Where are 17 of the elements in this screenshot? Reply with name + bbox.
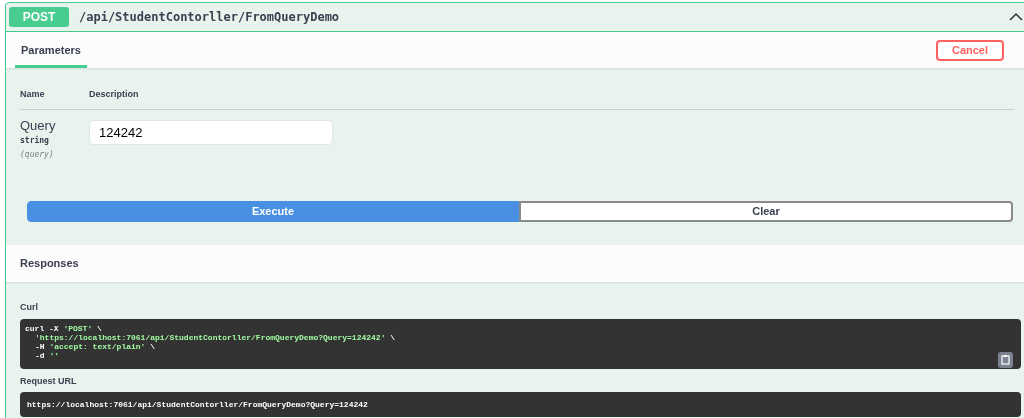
request-url-label: Request URL (20, 374, 78, 388)
parameter-location: (query) (20, 149, 55, 161)
parameter-name: Query (20, 118, 57, 134)
curl-label: Curl (20, 301, 39, 314)
responses-heading: Responses (20, 256, 79, 272)
parameter-type: string (20, 134, 50, 147)
endpoint-path: /api/StudentContorller/FromQueryDemo (79, 9, 341, 26)
parameter-input[interactable]: 124242 (89, 120, 333, 145)
method-badge: POST (9, 7, 69, 27)
collapse-chevron-icon[interactable] (1009, 12, 1023, 22)
parameters-tab[interactable]: Parameters (15, 32, 87, 68)
copy-icon[interactable] (998, 351, 1013, 368)
column-header: Description (89, 88, 139, 101)
clear-button[interactable]: Clear (519, 201, 1013, 222)
column-header: Name (20, 88, 46, 101)
curl-command: curl -X 'POST' \ 'https://localhost:7061/api/StudentContorller/FromQueryDemo?Query=124242' \ -H 'accept: text/plain' \ -d '' (25, 323, 396, 360)
request-url: https://localhost:7061/api/StudentContorller/FromQueryDemo?Query=124242 (27, 398, 368, 411)
